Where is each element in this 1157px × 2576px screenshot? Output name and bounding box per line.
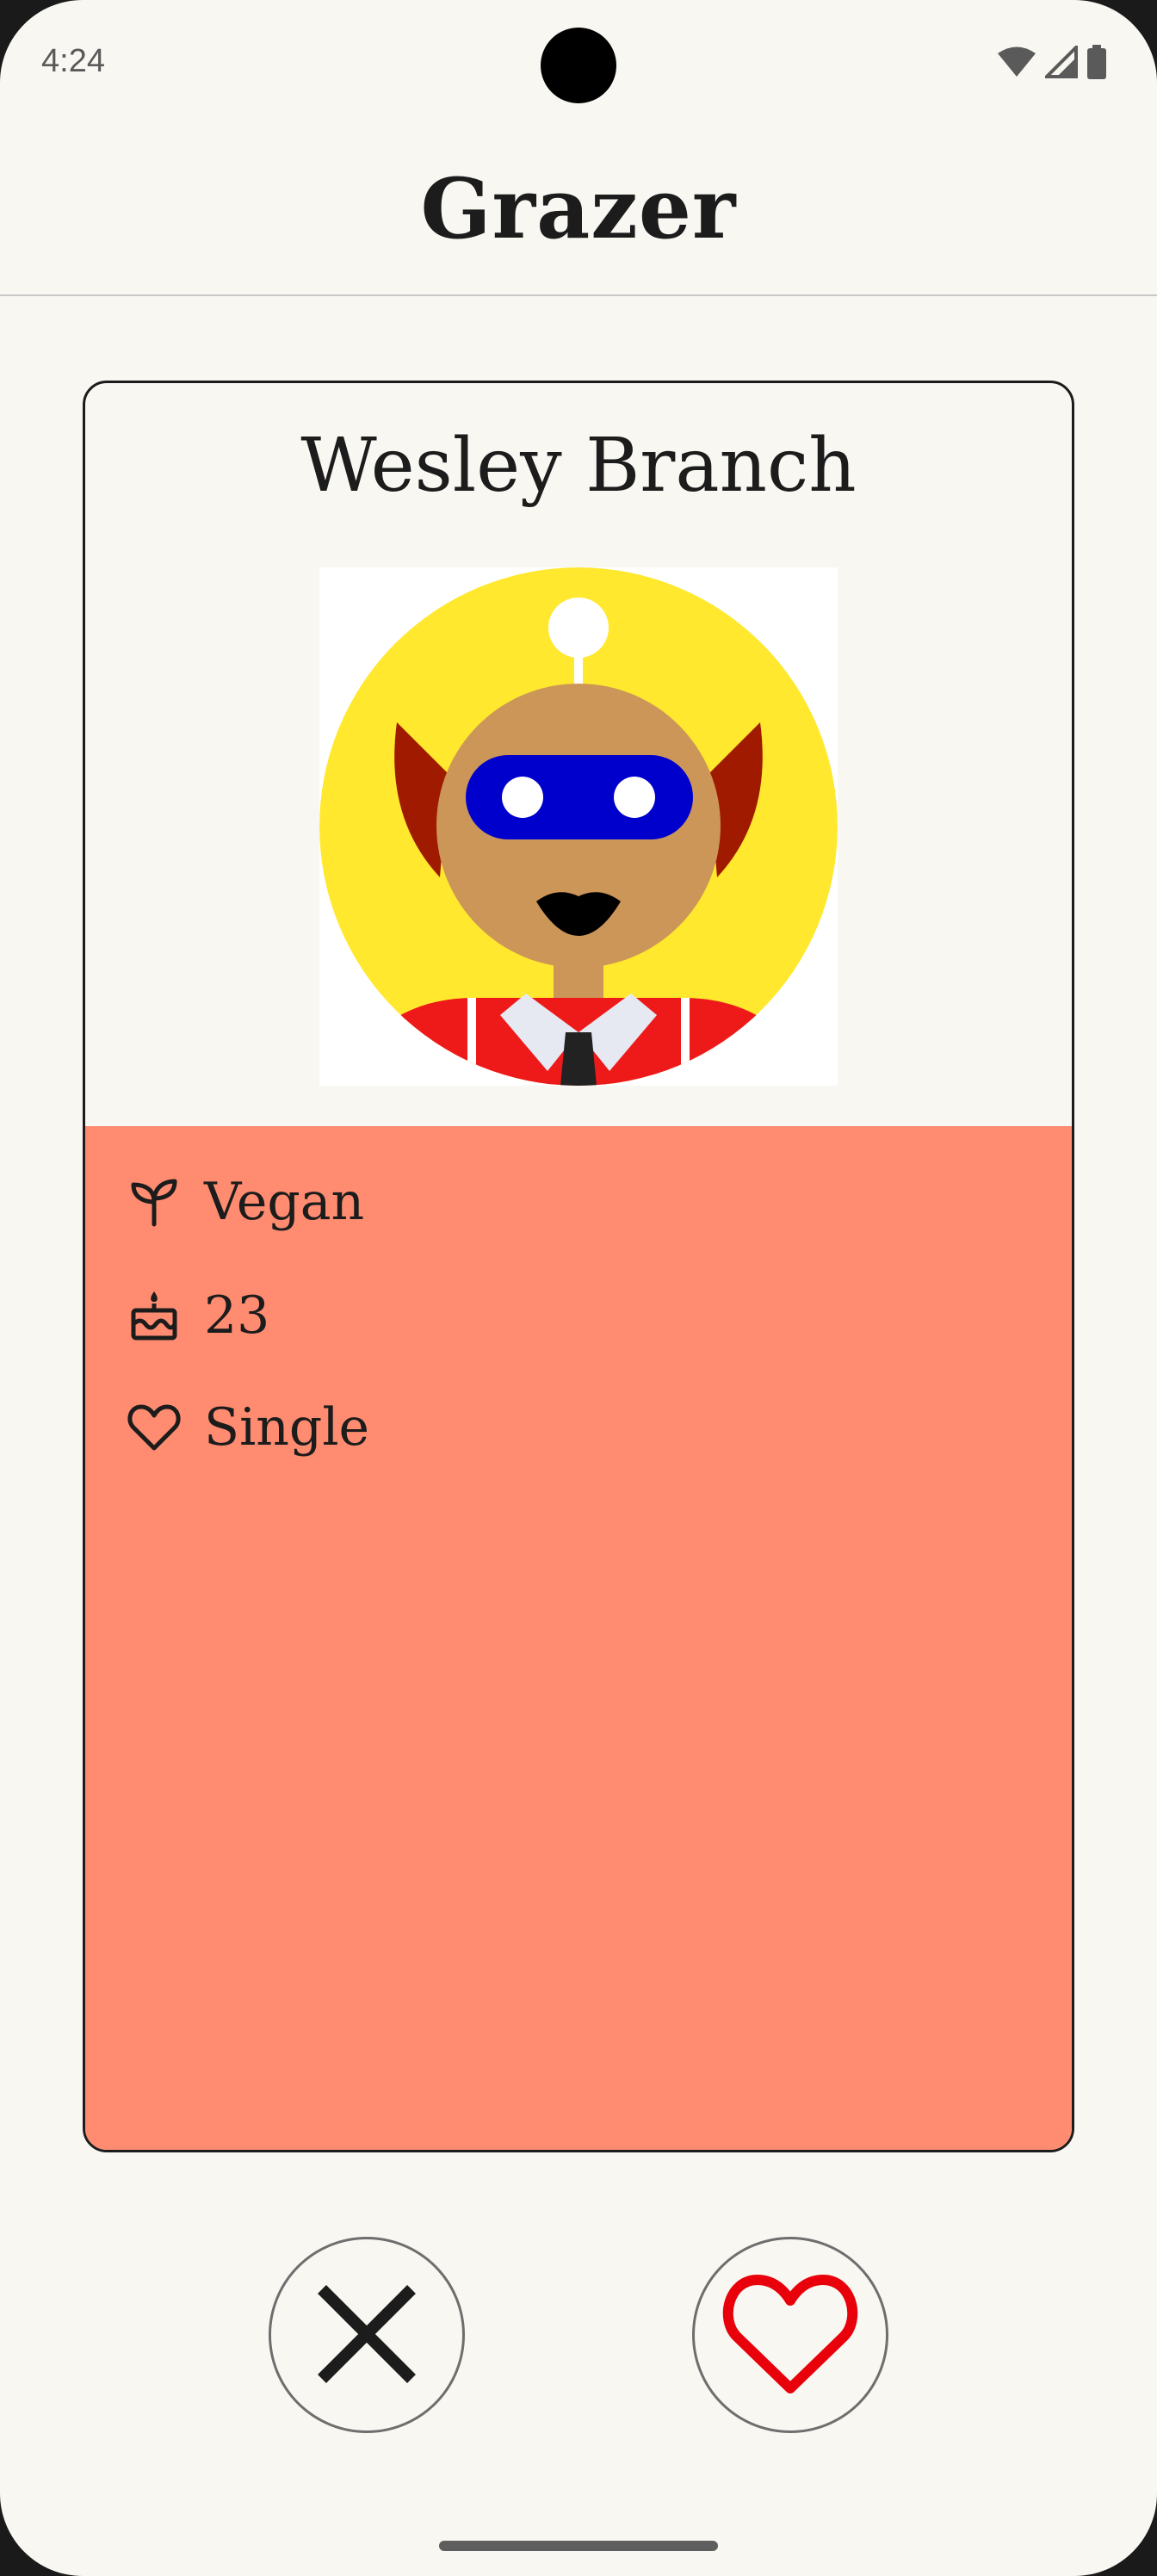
detail-age: 23 (127, 1281, 269, 1350)
detail-relationship: Single (127, 1393, 369, 1462)
home-indicator[interactable] (439, 2541, 718, 2551)
status-time: 4:24 (41, 43, 105, 79)
age-label: 23 (204, 1285, 270, 1346)
camera-cutout (541, 28, 616, 103)
cake-icon (127, 1288, 182, 1343)
relationship-label: Single (204, 1397, 370, 1458)
detail-diet: Vegan (127, 1167, 364, 1236)
status-icons (997, 45, 1107, 79)
app-title: Grazer (420, 159, 737, 257)
phone-screen: 4:24 Grazer Wesley Branch Vegan 23 Singl… (0, 0, 1157, 2576)
dislike-button[interactable] (269, 2237, 465, 2433)
diet-label: Vegan (204, 1172, 365, 1232)
close-icon (317, 2284, 417, 2387)
heart-icon (721, 2271, 859, 2400)
battery-icon (1086, 45, 1107, 79)
details-panel: Vegan 23 Single (85, 1126, 1072, 2150)
status-bar: 4:24 (0, 0, 1157, 129)
heart-outline-icon (127, 1400, 182, 1455)
avatar-image (319, 567, 838, 1086)
like-button[interactable] (692, 2237, 888, 2433)
sprout-icon (127, 1174, 182, 1229)
cellular-signal-icon (1045, 46, 1078, 78)
top-app-bar: Grazer (0, 129, 1157, 296)
wifi-icon (997, 46, 1036, 78)
profile-name: Wesley Branch (300, 423, 857, 509)
profile-card[interactable]: Wesley Branch Vegan 23 Single (83, 381, 1074, 2152)
